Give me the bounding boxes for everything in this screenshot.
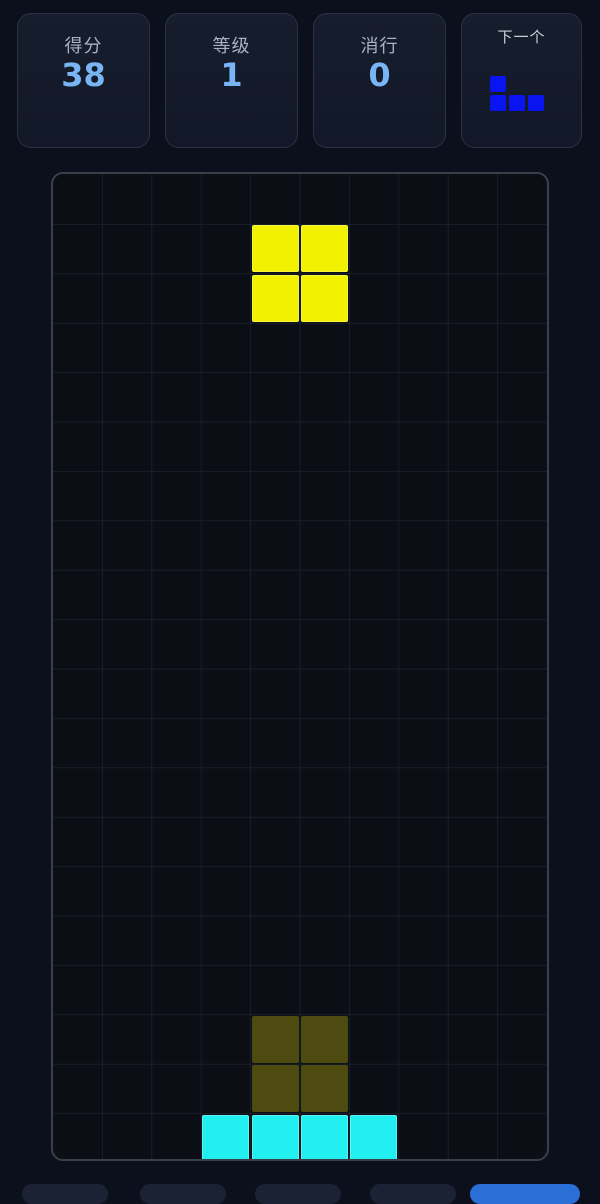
ghost-piece-cell — [251, 1015, 299, 1063]
locked-cell — [202, 1114, 250, 1159]
locked-cell — [301, 1114, 348, 1159]
control-button-down[interactable] — [370, 1184, 456, 1204]
next-piece-cell — [528, 95, 544, 111]
active-piece-cell — [251, 274, 299, 322]
active-piece-cell — [301, 274, 348, 322]
score-value: 38 — [61, 56, 106, 94]
level-card: 等级 1 — [165, 13, 298, 148]
game-board[interactable] — [51, 172, 549, 1161]
level-label: 等级 — [212, 36, 251, 57]
next-piece-label: 下一个 — [497, 28, 546, 46]
locked-cell — [251, 1114, 299, 1159]
next-piece-preview — [490, 76, 570, 120]
board-grid — [53, 174, 547, 1159]
control-button-drop[interactable] — [470, 1184, 580, 1204]
lines-value: 0 — [368, 56, 391, 94]
lines-label: 消行 — [360, 36, 399, 57]
active-piece-cell — [251, 225, 299, 273]
ghost-piece-cell — [301, 1065, 348, 1113]
control-button-rotate[interactable] — [140, 1184, 226, 1204]
ghost-piece-cell — [251, 1065, 299, 1113]
score-label: 得分 — [64, 36, 103, 57]
ghost-piece-cell — [301, 1015, 348, 1063]
stats-bar: 得分 38 等级 1 消行 0 下一个 — [0, 0, 600, 160]
control-button-left[interactable] — [22, 1184, 108, 1204]
locked-cell — [350, 1114, 398, 1159]
lines-card: 消行 0 — [313, 13, 446, 148]
active-piece-cell — [301, 225, 348, 273]
next-piece-cell — [490, 76, 506, 92]
next-piece-cell — [490, 95, 506, 111]
next-piece-card: 下一个 — [461, 13, 582, 148]
score-card: 得分 38 — [17, 13, 150, 148]
control-button-right[interactable] — [255, 1184, 341, 1204]
next-piece-cell — [509, 95, 525, 111]
level-value: 1 — [220, 56, 243, 94]
